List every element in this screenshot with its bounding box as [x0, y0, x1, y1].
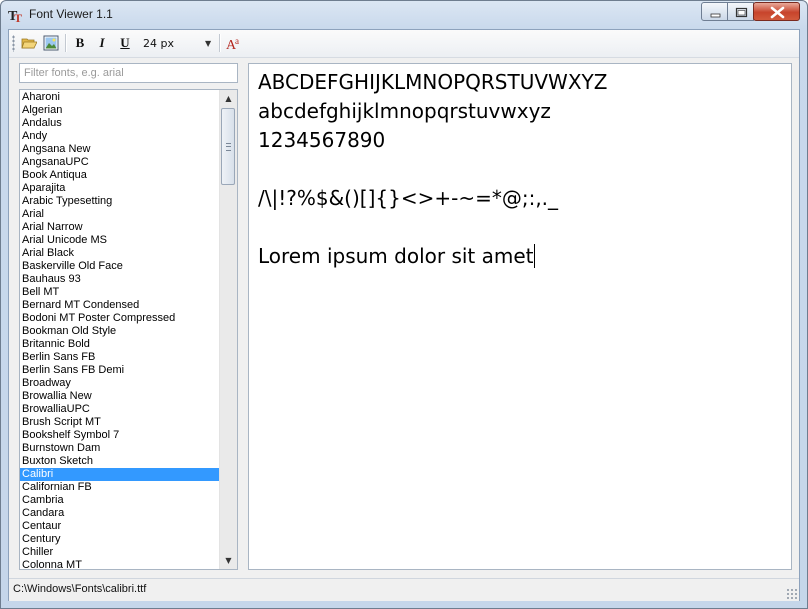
- font-list-scrollbar[interactable]: ▲ ▼: [219, 90, 237, 569]
- toolbar-grip[interactable]: [12, 35, 15, 52]
- font-list-item[interactable]: Berlin Sans FB: [20, 351, 221, 364]
- svg-text:T: T: [14, 11, 22, 23]
- font-preview-area[interactable]: ABCDEFGHIJKLMNOPQRSTUVWXYZ abcdefghijklmn…: [248, 63, 792, 570]
- font-list[interactable]: Aharoni Algerian Andalus Andy Angsana New Ang…: [19, 89, 238, 570]
- window-title: Font Viewer 1.1: [29, 7, 113, 21]
- minimize-icon: [710, 13, 721, 18]
- font-list-item[interactable]: Angsana New: [20, 143, 221, 156]
- font-list-item[interactable]: Arial: [20, 208, 221, 221]
- font-list-items: Aharoni Algerian Andalus Andy Angsana New Ang…: [20, 91, 221, 569]
- app-window: T T Font Viewer 1.1 B I U 24 px ▼ A a Fi…: [0, 0, 808, 609]
- font-list-item[interactable]: Colonna MT: [20, 559, 221, 569]
- text-caret: [533, 244, 535, 268]
- toolbar-separator: [65, 34, 67, 52]
- resize-grip[interactable]: [786, 588, 797, 599]
- client-area: B I U 24 px ▼ A a AharoniAlgerianAndalus…: [8, 29, 800, 601]
- preview-digits: 1234567890: [258, 128, 386, 152]
- font-list-item[interactable]: Baskerville Old Face: [20, 260, 221, 273]
- dropdown-arrow-icon: ▼: [205, 39, 212, 48]
- font-list-item[interactable]: Brush Script MT: [20, 416, 221, 429]
- open-folder-button[interactable]: [19, 33, 39, 53]
- font-list-item[interactable]: Bodoni MT Poster Compressed: [20, 312, 221, 325]
- svg-text:a: a: [235, 36, 239, 46]
- font-list-item[interactable]: Buxton Sketch: [20, 455, 221, 468]
- maximize-icon: [735, 7, 748, 18]
- font-list-item[interactable]: Bell MT: [20, 286, 221, 299]
- scrollbar-thumb[interactable]: [221, 108, 235, 185]
- scroll-down-arrow-icon[interactable]: ▼: [220, 552, 237, 569]
- font-list-item[interactable]: Berlin Sans FB Demi: [20, 364, 221, 377]
- font-list-item[interactable]: Calibri: [20, 468, 221, 481]
- preview-symbols: /\|!?%$&()[]{}<>+-~=*@;:,._: [258, 186, 559, 210]
- font-list-item[interactable]: Andalus: [20, 117, 221, 130]
- font-size-value: 24 px: [143, 37, 174, 50]
- font-list-item[interactable]: Bernard MT Condensed: [20, 299, 221, 312]
- pane-splitter[interactable]: [242, 63, 246, 570]
- font-list-item[interactable]: Bookshelf Symbol 7: [20, 429, 221, 442]
- minimize-button[interactable]: [701, 2, 728, 21]
- underline-button[interactable]: U: [116, 33, 134, 53]
- toolbar-separator: [219, 34, 221, 52]
- font-list-item[interactable]: Algerian: [20, 104, 221, 117]
- open-folder-icon: [21, 38, 37, 49]
- font-list-item[interactable]: Arial Black: [20, 247, 221, 260]
- save-image-button[interactable]: [41, 33, 61, 53]
- font-list-item[interactable]: Broadway: [20, 377, 221, 390]
- image-icon: [43, 35, 59, 51]
- bold-button[interactable]: B: [71, 33, 89, 53]
- font-list-item[interactable]: Andy: [20, 130, 221, 143]
- font-list-item[interactable]: Britannic Bold: [20, 338, 221, 351]
- font-filter-input[interactable]: [19, 63, 238, 83]
- title-bar[interactable]: T T Font Viewer 1.1: [1, 1, 807, 29]
- preview-uppercase: ABCDEFGHIJKLMNOPQRSTUVWXYZ: [258, 70, 608, 94]
- font-list-item[interactable]: Bookman Old Style: [20, 325, 221, 338]
- italic-button[interactable]: I: [93, 33, 111, 53]
- toolbar: B I U 24 px ▼ A a: [9, 30, 799, 58]
- scroll-up-arrow-icon[interactable]: ▲: [220, 90, 237, 107]
- font-list-item[interactable]: Burnstown Dam: [20, 442, 221, 455]
- close-button[interactable]: [753, 2, 800, 21]
- font-list-item[interactable]: BrowalliaUPC: [20, 403, 221, 416]
- font-list-item[interactable]: Arial Unicode MS: [20, 234, 221, 247]
- status-font-path: C:\Windows\Fonts\calibri.ttf: [13, 583, 147, 595]
- status-bar: C:\Windows\Fonts\calibri.ttf: [9, 578, 799, 601]
- app-logo-icon: T T: [8, 9, 22, 23]
- font-list-item[interactable]: Californian FB: [20, 481, 221, 494]
- preview-lowercase: abcdefghijklmnopqrstuvwxyz: [258, 99, 551, 123]
- maximize-button[interactable]: [727, 2, 754, 21]
- font-list-item[interactable]: Arial Narrow: [20, 221, 221, 234]
- font-list-item[interactable]: Aharoni: [20, 91, 221, 104]
- font-list-item[interactable]: Book Antiqua: [20, 169, 221, 182]
- font-list-item[interactable]: Chiller: [20, 546, 221, 559]
- font-list-item[interactable]: Browallia New: [20, 390, 221, 403]
- font-settings-button[interactable]: A a: [224, 33, 244, 53]
- font-list-item[interactable]: Arabic Typesetting: [20, 195, 221, 208]
- preview-sample: Lorem ipsum dolor sit amet: [258, 244, 534, 268]
- font-aa-icon: A a: [226, 36, 239, 51]
- font-list-item[interactable]: AngsanaUPC: [20, 156, 221, 169]
- font-size-dropdown[interactable]: 24 px ▼: [143, 35, 215, 52]
- font-list-item[interactable]: Bauhaus 93: [20, 273, 221, 286]
- close-icon: [770, 6, 785, 19]
- font-list-item[interactable]: Cambria: [20, 494, 221, 507]
- font-list-item[interactable]: Aparajita: [20, 182, 221, 195]
- font-list-item[interactable]: Century: [20, 533, 221, 546]
- preview-text[interactable]: ABCDEFGHIJKLMNOPQRSTUVWXYZ abcdefghijklmn…: [258, 68, 607, 271]
- font-list-item[interactable]: Centaur: [20, 520, 221, 533]
- font-list-item[interactable]: Candara: [20, 507, 221, 520]
